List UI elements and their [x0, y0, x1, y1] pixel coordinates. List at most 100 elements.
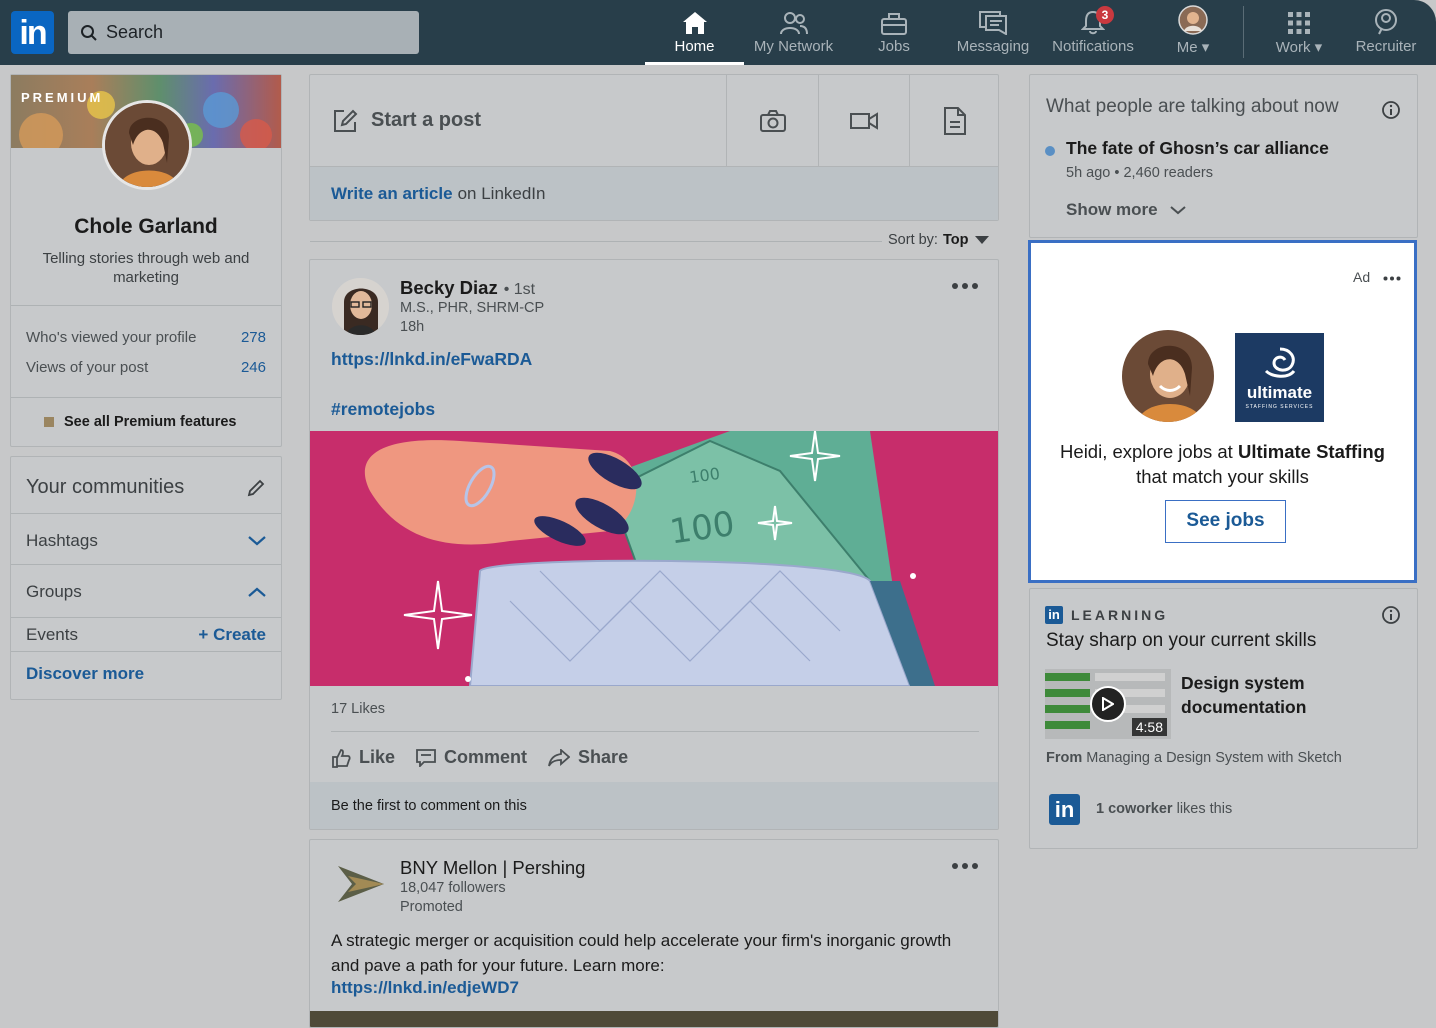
chevron-down-icon	[1169, 205, 1186, 214]
company-name[interactable]: BNY Mellon | Pershing	[400, 857, 585, 879]
nav-my-network[interactable]: My Network	[744, 0, 843, 65]
compose-icon	[334, 109, 358, 132]
divider	[11, 617, 281, 618]
comment-label: Comment	[444, 747, 528, 767]
nav-recruiter[interactable]: Recruiter	[1348, 0, 1424, 65]
comment-button[interactable]: Comment	[416, 747, 527, 768]
write-article-link[interactable]: Write an article	[331, 184, 453, 204]
groups-section[interactable]: Groups	[26, 582, 266, 602]
stat-post-views[interactable]: Views of your post 246	[26, 359, 266, 376]
feed-post: Becky Diaz • 1st M.S., PHR, SHRM-CP 18h …	[309, 259, 999, 830]
author-avatar[interactable]	[332, 278, 389, 335]
groups-label: Groups	[26, 582, 82, 601]
ad-label: Ad	[1353, 269, 1371, 285]
top-nav-bar: in Search Home My Network Jobs Messaging…	[0, 0, 1436, 65]
grid-icon	[1288, 12, 1310, 34]
sort-dropdown[interactable]: Sort by: Top	[888, 232, 990, 248]
show-more-button[interactable]: Show more	[1066, 200, 1186, 220]
share-button[interactable]: Share	[548, 747, 628, 768]
camera-icon	[759, 109, 786, 132]
ad-card: Ad ultimate STAFFING SERVICES Heidi, exp…	[1028, 240, 1417, 583]
post-author-name[interactable]: Becky Diaz	[400, 277, 498, 299]
likes-count[interactable]: 17 Likes	[331, 701, 385, 717]
chevron-down-icon	[248, 536, 266, 546]
divider	[11, 513, 281, 514]
video-button[interactable]	[819, 75, 909, 166]
like-button[interactable]: Like	[331, 747, 395, 768]
linkedin-learning-icon: in	[1045, 606, 1063, 624]
write-article-bar[interactable]: Write an article on LinkedIn	[310, 166, 998, 220]
comment-prompt[interactable]: Be the first to comment on this	[310, 782, 998, 829]
play-button[interactable]	[1090, 686, 1126, 722]
discover-more-link[interactable]: Discover more	[26, 664, 144, 684]
communities-card: Your communities Hashtags Groups Events …	[10, 456, 282, 700]
photo-button[interactable]	[727, 75, 818, 166]
stat-value: 278	[240, 329, 266, 346]
recruiter-icon	[1375, 9, 1397, 35]
more-options-icon[interactable]	[1383, 276, 1401, 281]
home-icon	[682, 12, 707, 34]
nav-notifications[interactable]: Notifications 3	[1043, 0, 1143, 65]
like-label: Like	[359, 747, 396, 767]
learning-title: Stay sharp on your current skills	[1046, 630, 1317, 651]
divider	[11, 564, 281, 565]
messaging-icon	[979, 11, 1007, 35]
profile-avatar[interactable]	[102, 100, 192, 190]
events-label[interactable]: Events	[26, 625, 78, 645]
logo-text: ultimate	[1246, 383, 1313, 402]
sort-divider	[310, 241, 882, 242]
post-link[interactable]: https://lnkd.in/eFwaRDA	[331, 349, 532, 370]
nav-jobs-label: Jobs	[878, 38, 910, 55]
info-icon[interactable]	[1382, 606, 1400, 624]
post-hashtag[interactable]: #remotejobs	[331, 399, 435, 420]
divider	[331, 731, 979, 732]
create-event-button[interactable]: + Create	[198, 625, 266, 645]
bny-mellon-logo[interactable]	[338, 866, 384, 902]
coworker-likes[interactable]: 1 coworker likes this	[1096, 801, 1232, 817]
news-title: What people are talking about now	[1046, 96, 1339, 117]
start-post-button[interactable]: Start a post	[310, 75, 726, 166]
nav-home[interactable]: Home	[645, 0, 744, 65]
profile-card: PREMIUM Chole Garland Telling stories th…	[10, 74, 282, 447]
news-item-title[interactable]: The fate of Ghosn’s car alliance	[1066, 138, 1329, 159]
ad-user-avatar	[1122, 330, 1214, 422]
nav-me[interactable]: Me ▾	[1160, 0, 1226, 65]
info-icon[interactable]	[1382, 101, 1400, 119]
on-linkedin-text: on LinkedIn	[457, 183, 546, 203]
divider	[11, 651, 281, 652]
more-options-icon[interactable]	[951, 862, 979, 870]
company-logo[interactable]: ultimate STAFFING SERVICES	[1235, 333, 1324, 422]
pencil-icon[interactable]	[246, 478, 266, 498]
nav-recruiter-label: Recruiter	[1355, 38, 1417, 55]
chevron-up-icon	[248, 587, 266, 597]
post-composer: Start a post Write an article on LinkedI…	[309, 74, 999, 221]
avatar	[1178, 5, 1208, 35]
hashtags-section[interactable]: Hashtags	[26, 531, 266, 551]
hashtags-label: Hashtags	[26, 531, 98, 550]
company-followers: 18,047 followers	[400, 880, 506, 896]
post-link[interactable]: https://lnkd.in/edjeWD7	[331, 978, 519, 998]
post-image[interactable]: 100 100	[310, 431, 998, 686]
video-duration: 4:58	[1131, 718, 1167, 736]
nav-messaging[interactable]: Messaging	[950, 0, 1036, 65]
briefcase-icon	[881, 13, 907, 35]
nav-notifications-label: Notifications	[1052, 38, 1134, 55]
premium-features-link[interactable]: See all Premium features	[44, 414, 236, 430]
document-button[interactable]	[910, 75, 999, 166]
course-title[interactable]: Design system documentation	[1181, 671, 1351, 719]
course-thumbnail[interactable]: 4:58	[1045, 669, 1171, 739]
news-card: What people are talking about now The fa…	[1029, 74, 1418, 238]
nav-work[interactable]: Work ▾	[1262, 0, 1336, 65]
linkedin-logo[interactable]: in	[11, 11, 54, 54]
more-options-icon[interactable]	[951, 282, 979, 290]
nav-divider	[1243, 6, 1244, 58]
sort-value: Top	[942, 232, 969, 248]
search-input[interactable]: Search	[68, 11, 419, 54]
thumbs-up-icon	[332, 748, 351, 768]
post-image-preview[interactable]	[310, 1011, 998, 1027]
nav-jobs[interactable]: Jobs	[850, 0, 938, 65]
profile-name[interactable]: Chole Garland	[11, 215, 281, 239]
see-jobs-button[interactable]: See jobs	[1165, 500, 1286, 543]
sort-label: Sort by:	[888, 232, 938, 248]
stat-profile-views[interactable]: Who's viewed your profile 278	[26, 329, 266, 346]
